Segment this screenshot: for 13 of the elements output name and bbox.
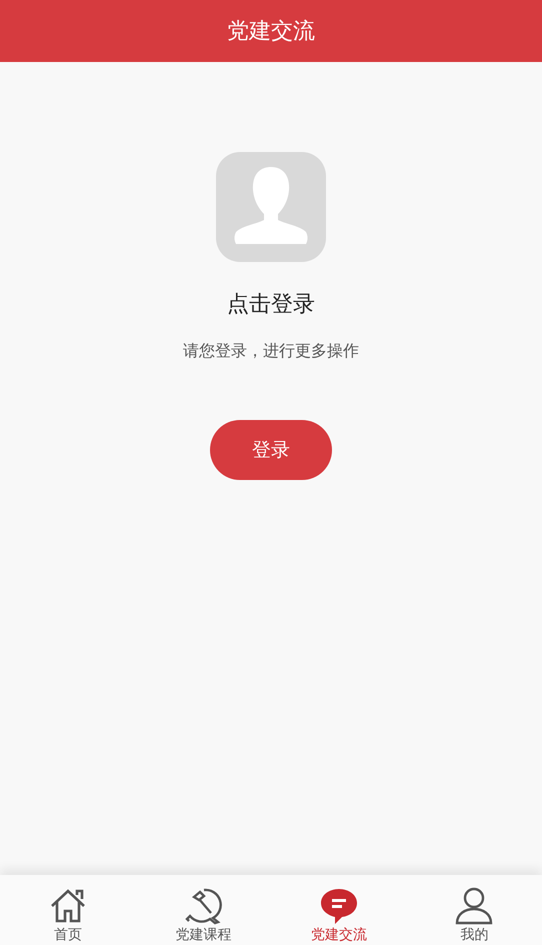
avatar-placeholder-icon[interactable] (216, 152, 326, 262)
tab[interactable]: 党建课程 (136, 875, 271, 945)
login-button[interactable]: 登录 (210, 420, 332, 480)
tab[interactable]: 我的 (406, 875, 542, 945)
tab[interactable]: 首页 (0, 875, 136, 945)
home-icon (48, 887, 87, 925)
login-title[interactable]: 点击登录 (227, 289, 315, 319)
page-title: 党建交流 (227, 18, 315, 46)
chat-bubble-icon (320, 887, 358, 925)
tab[interactable]: 党建交流 (271, 875, 406, 945)
person-icon (455, 887, 494, 925)
login-hint: 请您登录，进行更多操作 (183, 341, 359, 362)
hammer-sickle-icon (184, 887, 222, 925)
